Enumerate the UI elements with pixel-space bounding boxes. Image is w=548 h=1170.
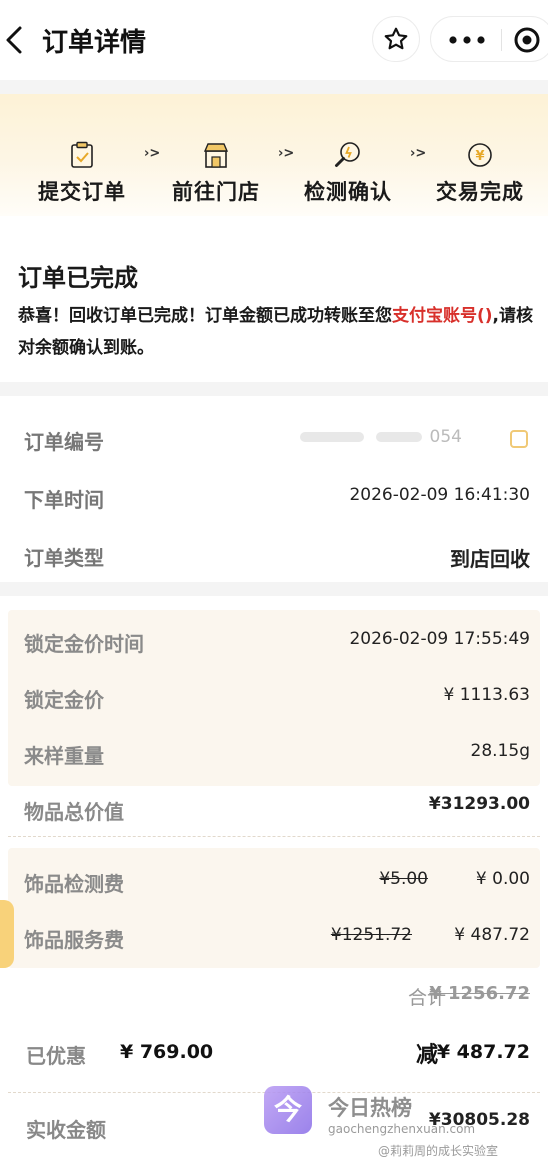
status-message: 恭喜！回收订单已完成！订单金额已成功转账至您支付宝账号(),请核对余额确认到账。 [18,300,538,364]
step-complete: ¥ 交易完成 [420,140,540,206]
capsule-divider [501,29,502,51]
redacted-mask [376,432,422,442]
total-value-row: 物品总价值 ¥31293.00 [0,788,548,828]
order-number-value: 054 [429,427,462,447]
copy-icon[interactable] [508,428,530,450]
lock-time-row: 锁定金价时间 2026-02-09 17:55:49 [0,620,548,660]
order-time-value: 2026-02-09 16:41:30 [349,485,530,505]
total-value-label: 物品总价值 [24,800,124,824]
step-label: 检测确认 [304,180,392,204]
total-value: ¥31293.00 [428,794,530,814]
store-icon [203,143,229,168]
order-type-value: 到店回收 [450,547,530,571]
service-fee-row: 饰品服务费 ¥1251.72 ¥ 487.72 [0,916,548,956]
status-message-text: 恭喜！回收订单已完成！订单金额已成功转账至您 [18,306,392,326]
mini-program-capsule [430,16,548,62]
floating-side-tab[interactable] [0,900,14,968]
lock-price-value: ¥ 1113.63 [443,685,530,705]
alipay-account-highlight: 支付宝账号() [392,306,493,326]
page-title: 订单详情 [42,28,147,58]
weight-label: 来样重量 [24,744,104,768]
service-fee-label: 饰品服务费 [24,928,124,952]
order-number-row: 订单编号 054 [0,418,548,458]
deduct-label: 减 [415,1043,438,1068]
order-type-label: 订单类型 [24,546,104,570]
lock-time-value: 2026-02-09 17:55:49 [349,629,530,649]
step-label: 提交订单 [38,180,126,204]
weight-value: 28.15g [470,741,530,761]
step-inspection: 检测确认 [288,140,408,206]
step-label: 交易完成 [436,180,524,204]
watermark-credit: @莉莉周的成长实验室 [378,1144,499,1158]
step-submit-order: 提交订单 [22,140,142,206]
order-progress: 提交订单 ›> 前往门店 ›> 检测确认 ›> ¥ 交易完成 [0,94,548,216]
received-label: 实收金额 [26,1118,106,1142]
order-type-row: 订单类型 到店回收 [0,534,548,574]
magnifier-icon [335,142,360,167]
step-go-to-store: 前往门店 [156,140,276,206]
service-fee-value: ¥ 487.72 [454,925,530,945]
watermark-url: gaochengzhenxuan.com [328,1122,476,1136]
discount-value: ¥ 769.00 [120,1041,214,1063]
order-time-label: 下单时间 [24,488,104,512]
star-icon [384,27,408,50]
clipboard-check-icon [71,141,93,168]
lock-time-label: 锁定金价时间 [24,632,144,656]
svg-text:¥: ¥ [475,149,484,164]
close-target-icon[interactable] [513,26,541,54]
yuan-coin-icon: ¥ [468,143,492,167]
status-title: 订单已完成 [18,264,138,292]
price-detail-card: 锁定金价时间 2026-02-09 17:55:49 锁定金价 ¥ 1113.6… [0,596,548,1170]
discount-label: 已优惠 [26,1044,86,1068]
discount-row: 已优惠 ¥ 769.00 减 ¥ 487.72 [0,1032,548,1072]
order-info-card: 订单编号 054 下单时间 2026-02-09 16:41:30 订单类型 到… [0,396,548,582]
check-fee-value: ¥ 0.00 [475,869,530,889]
subtotal-row: 合计 ¥ 1256.72 [0,974,548,1014]
order-status-card: 订单已完成 恭喜！回收订单已完成！订单金额已成功转账至您支付宝账号(),请核对余… [0,216,548,382]
redacted-mask [300,432,364,442]
more-icon[interactable] [449,36,485,44]
watermark-name: 今日热榜 [328,1096,412,1120]
weight-row: 来样重量 28.15g [0,732,548,772]
order-time-row: 下单时间 2026-02-09 16:41:30 [0,476,548,516]
lock-price-label: 锁定金价 [24,688,104,712]
service-fee-original: ¥1251.72 [330,925,412,945]
favorite-button[interactable] [372,16,420,62]
deduct-value: ¥ 487.72 [436,1041,530,1063]
check-fee-label: 饰品检测费 [24,872,124,896]
subtotal-value: ¥ 1256.72 [429,983,530,1004]
nav-bar: 订单详情 [0,0,548,80]
step-label: 前往门店 [172,180,260,204]
watermark-logo: 今 [264,1086,312,1134]
check-fee-original: ¥5.00 [379,869,428,889]
lock-price-row: 锁定金价 ¥ 1113.63 [0,676,548,716]
check-fee-row: 饰品检测费 ¥5.00 ¥ 0.00 [0,860,548,900]
order-number-label: 订单编号 [24,430,104,454]
back-arrow-icon[interactable] [2,22,30,58]
section-divider [8,836,540,837]
